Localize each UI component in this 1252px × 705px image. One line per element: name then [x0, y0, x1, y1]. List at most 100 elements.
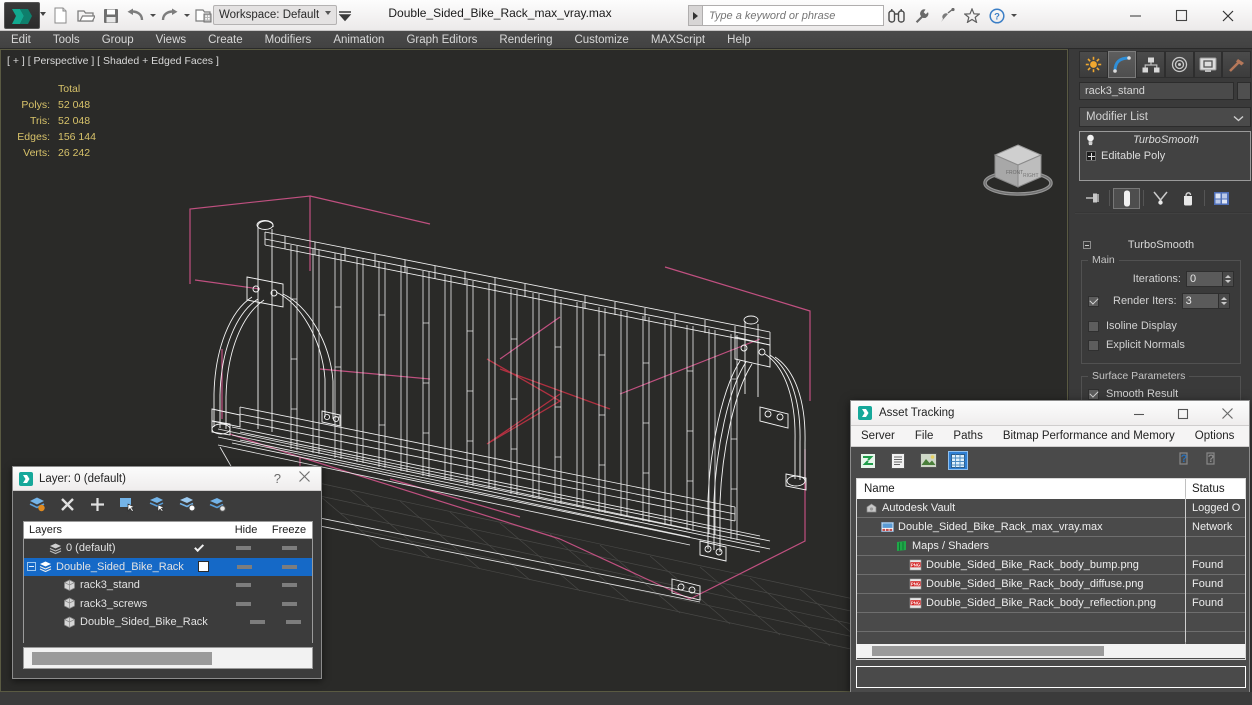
stack-item-editable-poly[interactable]: Editable Poly: [1080, 148, 1250, 164]
search-input[interactable]: [702, 5, 884, 26]
layer-list[interactable]: 0 (default) Double_Sided_Bike_Rack rack3…: [24, 539, 312, 643]
tab-create[interactable]: [1079, 51, 1108, 78]
highlight-selected-objects-icon[interactable]: [149, 496, 166, 513]
table-row-empty[interactable]: [857, 612, 1245, 632]
menu-item-tools[interactable]: Tools: [42, 31, 91, 49]
set-layer-to-selection-icon[interactable]: [209, 496, 226, 513]
explicit-normals-checkbox[interactable]: [1088, 339, 1099, 351]
help-icon[interactable]: ?: [984, 3, 1009, 28]
show-end-result-button[interactable]: [1113, 187, 1140, 209]
light-bulb-icon[interactable]: [1084, 134, 1097, 147]
isoline-display-checkbox[interactable]: [1088, 320, 1099, 332]
tab-utilities[interactable]: [1222, 51, 1252, 78]
layer-close-button[interactable]: [298, 470, 311, 488]
table-row[interactable]: PNG Double_Sided_Bike_Rack_body_diffuse.…: [857, 574, 1245, 594]
search-expand-icon[interactable]: [688, 5, 702, 26]
maximize-button[interactable]: [1158, 0, 1204, 31]
object-freeze-toggle[interactable]: [266, 583, 312, 588]
list-item[interactable]: rack3_stand: [24, 576, 312, 595]
help-dropdown-icon[interactable]: [1009, 3, 1018, 28]
layer-current-indicator[interactable]: [180, 541, 220, 552]
render-iters-input[interactable]: 3: [1181, 293, 1219, 309]
list-item[interactable]: 0 (default): [24, 539, 312, 558]
layer-current-indicator[interactable]: [184, 561, 223, 573]
select-objects-in-layer-icon[interactable]: [119, 496, 136, 513]
refresh-icon[interactable]: [858, 451, 878, 470]
object-name-field[interactable]: rack3_stand: [1079, 82, 1234, 100]
menu-item-help[interactable]: Help: [716, 31, 762, 49]
layer-list-panel[interactable]: Layers Hide Freeze 0 (default) Double_Si…: [23, 521, 313, 643]
create-new-layer-icon[interactable]: [29, 496, 46, 513]
grid-view-icon[interactable]: [948, 451, 968, 470]
view-cube[interactable]: FRONT RIGHT: [975, 135, 1061, 205]
table-row[interactable]: Maps / Shaders: [857, 536, 1245, 556]
table-row[interactable]: PNG Double_Sided_Bike_Rack_body_bump.png…: [857, 555, 1245, 575]
menu-item-rendering[interactable]: Rendering: [488, 31, 563, 49]
binoculars-icon[interactable]: [884, 3, 909, 28]
layer-freeze-toggle[interactable]: [267, 564, 312, 569]
search-box[interactable]: [688, 5, 884, 26]
star-icon[interactable]: [959, 3, 984, 28]
stack-item-turbosmooth[interactable]: TurboSmooth: [1080, 132, 1250, 148]
tab-display[interactable]: [1193, 51, 1223, 78]
layer-scrollbar-thumb[interactable]: [32, 652, 212, 665]
pin-stack-button[interactable]: [1079, 188, 1106, 209]
tab-motion[interactable]: [1165, 51, 1194, 78]
object-freeze-toggle[interactable]: [276, 620, 312, 625]
thumbnail-view-icon[interactable]: [918, 451, 938, 470]
minimize-button[interactable]: [1112, 0, 1158, 31]
modifier-stack[interactable]: TurboSmooth Editable Poly: [1079, 131, 1251, 181]
tab-hierarchy[interactable]: [1136, 51, 1166, 78]
menu-item-group[interactable]: Group: [91, 31, 145, 49]
menu-item-create[interactable]: Create: [197, 31, 254, 49]
asset-menu-options[interactable]: Options: [1185, 430, 1245, 442]
object-hide-toggle[interactable]: [239, 620, 275, 625]
iterations-spinner[interactable]: [1223, 271, 1234, 287]
asset-horizontal-scrollbar[interactable]: [856, 644, 1245, 658]
iterations-input[interactable]: 0: [1186, 271, 1223, 287]
configure-modifier-sets-button[interactable]: [1208, 188, 1235, 209]
asset-maximize-button[interactable]: [1161, 401, 1205, 426]
rollout-header[interactable]: TurboSmooth: [1081, 238, 1241, 252]
layer-hide-toggle[interactable]: [223, 564, 268, 569]
asset-grid[interactable]: Name Status Autodesk Vault Logged O Doub…: [856, 478, 1246, 660]
menu-item-modifiers[interactable]: Modifiers: [254, 31, 323, 49]
menu-item-animation[interactable]: Animation: [322, 31, 395, 49]
list-item[interactable]: Double_Sided_Bike_Rack: [24, 613, 312, 632]
object-freeze-toggle[interactable]: [266, 601, 312, 606]
menu-item-maxscript[interactable]: MAXScript: [640, 31, 716, 49]
help-blue-icon[interactable]: ?: [1177, 451, 1192, 471]
satellite-dish-icon[interactable]: [934, 3, 959, 28]
asset-menu-server[interactable]: Server: [851, 430, 905, 442]
help-gray-icon[interactable]: ?: [1204, 451, 1219, 471]
render-iters-checkbox[interactable]: [1088, 295, 1099, 307]
list-item[interactable]: Double_Sided_Bike_Rack: [24, 557, 312, 576]
render-iters-spinner[interactable]: [1218, 293, 1230, 309]
close-button[interactable]: [1204, 0, 1252, 31]
layer-horizontal-scrollbar[interactable]: [23, 647, 313, 669]
asset-tracking-dialog[interactable]: Asset Tracking Server File Paths Bitmap …: [850, 400, 1250, 695]
menu-item-graph-editors[interactable]: Graph Editors: [395, 31, 488, 49]
collapse-minus-icon[interactable]: [1083, 241, 1091, 249]
menu-item-customize[interactable]: Customize: [563, 31, 639, 49]
table-row[interactable]: Autodesk Vault Logged O: [857, 498, 1245, 518]
smooth-result-checkbox[interactable]: [1088, 388, 1099, 400]
object-hide-toggle[interactable]: [220, 601, 266, 606]
add-selection-to-layer-icon[interactable]: [179, 496, 196, 513]
table-row[interactable]: PNG Double_Sided_Bike_Rack_body_reflecti…: [857, 593, 1245, 613]
asset-menu-paths[interactable]: Paths: [943, 430, 992, 442]
table-row[interactable]: Double_Sided_Bike_Rack_max_vray.max Netw…: [857, 517, 1245, 537]
remove-modifier-button[interactable]: [1174, 188, 1201, 209]
layer-help-button[interactable]: ?: [274, 471, 281, 486]
tab-modify[interactable]: [1107, 51, 1137, 78]
list-item[interactable]: rack3_screws: [24, 595, 312, 614]
layer-freeze-toggle[interactable]: [266, 546, 312, 551]
layer-hide-toggle[interactable]: [220, 546, 266, 551]
make-unique-button[interactable]: [1147, 188, 1174, 209]
menu-item-views[interactable]: Views: [145, 31, 197, 49]
add-layer-icon[interactable]: [89, 496, 106, 513]
asset-minimize-button[interactable]: [1117, 401, 1161, 426]
asset-close-button[interactable]: [1205, 401, 1249, 426]
object-hide-toggle[interactable]: [220, 583, 266, 588]
object-color-swatch[interactable]: [1237, 82, 1251, 100]
